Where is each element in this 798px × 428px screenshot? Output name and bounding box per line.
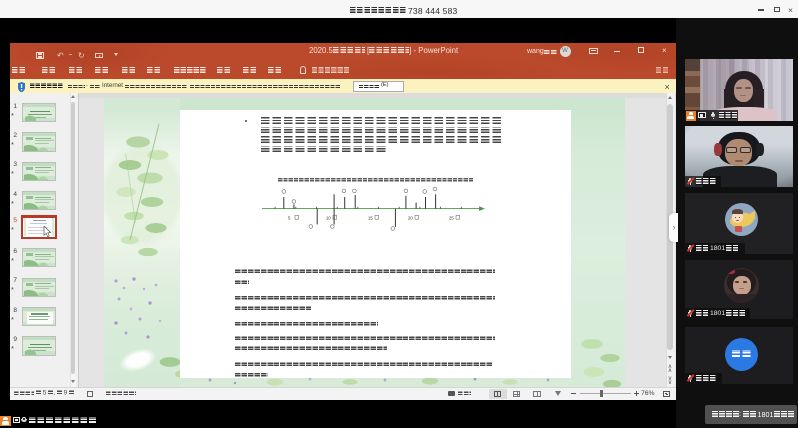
- svg-text:10: 10: [326, 216, 331, 221]
- svg-text:25: 25: [449, 216, 454, 221]
- svg-text:20: 20: [408, 216, 413, 221]
- svg-text:5: 5: [288, 216, 291, 221]
- svg-text:15: 15: [368, 216, 373, 221]
